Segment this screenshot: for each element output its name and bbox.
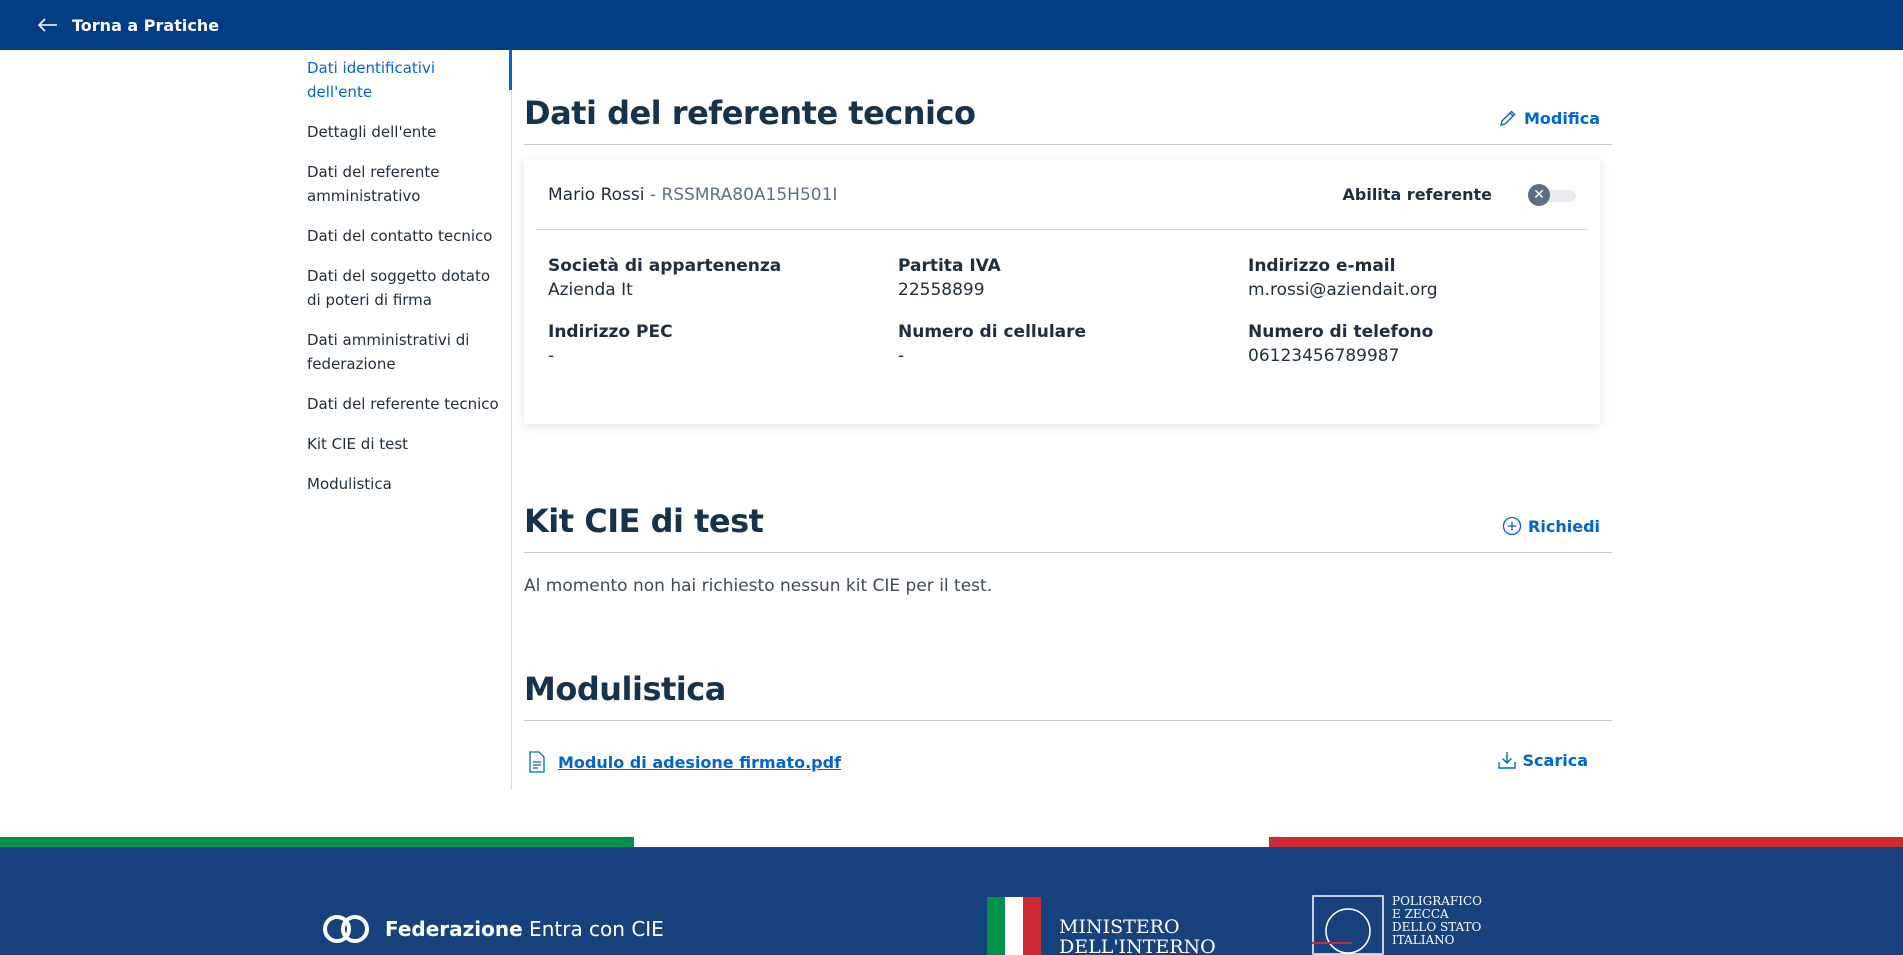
field-partita-iva: Partita IVA 22558899 [898, 256, 1248, 300]
field-value: Azienda It [548, 280, 633, 300]
field-label: Società di appartenenza [548, 256, 782, 276]
referente-full-name: Mario Rossi [548, 184, 645, 205]
sidebar-item-contatto-tecnico[interactable]: Dati del contatto tecnico [307, 224, 511, 248]
ipzs-emblem-icon [1312, 895, 1384, 955]
sidebar-item-dati-identificativi[interactable]: Dati identificativi dell'ente [307, 50, 512, 104]
italian-flag-stripe [0, 837, 1903, 847]
flag-red [1268, 837, 1903, 847]
ministero-logo[interactable]: MINISTERO DELL'INTERNO [987, 897, 1216, 955]
field-label: Indirizzo PEC [548, 322, 673, 342]
field-telefono: Numero di telefono 06123456789987 [1248, 322, 1578, 366]
field-value: m.rossi@aziendait.org [1248, 280, 1438, 300]
section-header: Dati del referente tecnico Modifica [524, 94, 1612, 145]
kit-cie-section: Kit CIE di test Richiedi [524, 502, 1612, 553]
sidebar-item-soggetto-firma[interactable]: Dati del soggetto dotato di poteri di fi… [307, 264, 511, 312]
section-title: Modulistica [524, 670, 726, 708]
pencil-icon [1500, 110, 1516, 126]
request-kit-button[interactable]: Richiedi [1502, 516, 1600, 536]
file-name: Modulo di adesione firmato.pdf [558, 752, 842, 772]
card-header: Mario Rossi - RSSMRA80A15H501I Abilita r… [536, 160, 1588, 230]
field-value: 06123456789987 [1248, 346, 1400, 366]
ministero-line2: DELL'INTERNO [1059, 936, 1216, 955]
back-link-label: Torna a Pratiche [72, 15, 220, 35]
field-pec: Indirizzo PEC - [548, 322, 898, 366]
field-societa: Società di appartenenza Azienda It [548, 256, 898, 300]
referente-tecnico-section: Dati del referente tecnico Modifica [524, 94, 1612, 145]
request-label: Richiedi [1528, 516, 1600, 536]
sidebar-item-referente-amministrativo[interactable]: Dati del referente amministrativo [307, 160, 511, 208]
footer: Federazione Entra con CIE MINISTERO DELL… [0, 847, 1903, 955]
file-row: Modulo di adesione firmato.pdf Scarica [524, 750, 1600, 774]
field-email: Indirizzo e-mail m.rossi@aziendait.org [1248, 256, 1578, 300]
section-title: Kit CIE di test [524, 502, 764, 540]
sidebar-item-modulistica[interactable]: Modulistica [307, 472, 511, 496]
section-title: Dati del referente tecnico [524, 94, 976, 132]
edit-label: Modifica [1524, 108, 1600, 128]
section-header: Kit CIE di test Richiedi [524, 502, 1612, 553]
edit-button[interactable]: Modifica [1498, 108, 1600, 128]
kit-empty-message: Al momento non hai richiesto nessun kit … [524, 576, 993, 596]
close-icon: ✕ [1528, 183, 1550, 206]
sidebar-item-kit-cie[interactable]: Kit CIE di test [307, 432, 511, 456]
ministero-line1: MINISTERO [1059, 916, 1180, 938]
ipzs-logo[interactable]: POLIGRAFICO E ZECCA DELLO STATO ITALIANO [1312, 895, 1482, 955]
ministero-text: MINISTERO DELL'INTERNO [1059, 897, 1216, 955]
sidebar-item-referente-tecnico[interactable]: Dati del referente tecnico [307, 392, 511, 416]
field-value: - [548, 346, 555, 366]
referente-name: Mario Rossi - RSSMRA80A15H501I [548, 185, 837, 205]
section-sidebar: Dati identificativi dell'ente Dettagli d… [307, 50, 512, 790]
field-value: - [898, 346, 905, 366]
top-bar: Torna a Pratiche [0, 0, 1903, 50]
back-to-pratiche-link[interactable]: Torna a Pratiche [38, 16, 219, 35]
field-value: 22558899 [898, 280, 985, 300]
federazione-bold: Federazione [385, 917, 523, 941]
federazione-rest: Entra con CIE [522, 917, 664, 941]
download-icon [1497, 752, 1516, 769]
sidebar-item-dati-amministrativi[interactable]: Dati amministrativi di federazione [307, 328, 511, 376]
file-link[interactable]: Modulo di adesione firmato.pdf [524, 751, 841, 773]
document-icon [529, 751, 545, 773]
ministero-flag-icon [987, 897, 1041, 955]
enable-referente-toggle[interactable]: ✕ [1528, 183, 1576, 206]
ipzs-line: ITALIANO [1392, 933, 1455, 947]
field-label: Indirizzo e-mail [1248, 256, 1396, 276]
field-label: Partita IVA [898, 256, 1001, 276]
enable-referente-control: Abilita referente ✕ [1342, 183, 1576, 206]
arrow-left-icon [38, 18, 57, 32]
flag-green [0, 837, 635, 847]
referente-fields: Società di appartenenza Azienda It Parti… [536, 230, 1588, 366]
field-label: Numero di cellulare [898, 322, 1087, 342]
modulistica-section: Modulistica [524, 670, 1612, 721]
referente-fiscal-code: RSSMRA80A15H501I [661, 184, 838, 205]
ipzs-text: POLIGRAFICO E ZECCA DELLO STATO ITALIANO [1392, 895, 1482, 955]
toggle-label: Abilita referente [1342, 185, 1493, 204]
flag-white [634, 837, 1269, 847]
download-button[interactable]: Scarica [1497, 750, 1588, 770]
field-cellulare: Numero di cellulare - [898, 322, 1248, 366]
federazione-logo[interactable]: Federazione Entra con CIE [321, 911, 664, 947]
field-label: Numero di telefono [1248, 322, 1434, 342]
referente-card: Mario Rossi - RSSMRA80A15H501I Abilita r… [524, 160, 1600, 424]
cie-logo-icon [323, 915, 369, 943]
section-header: Modulistica [524, 670, 1612, 721]
federazione-text: Federazione Entra con CIE [385, 917, 664, 941]
download-label: Scarica [1522, 750, 1588, 770]
plus-circle-icon [1502, 516, 1522, 536]
sidebar-item-dettagli-ente[interactable]: Dettagli dell'ente [307, 120, 511, 144]
name-separator: - [644, 184, 662, 205]
